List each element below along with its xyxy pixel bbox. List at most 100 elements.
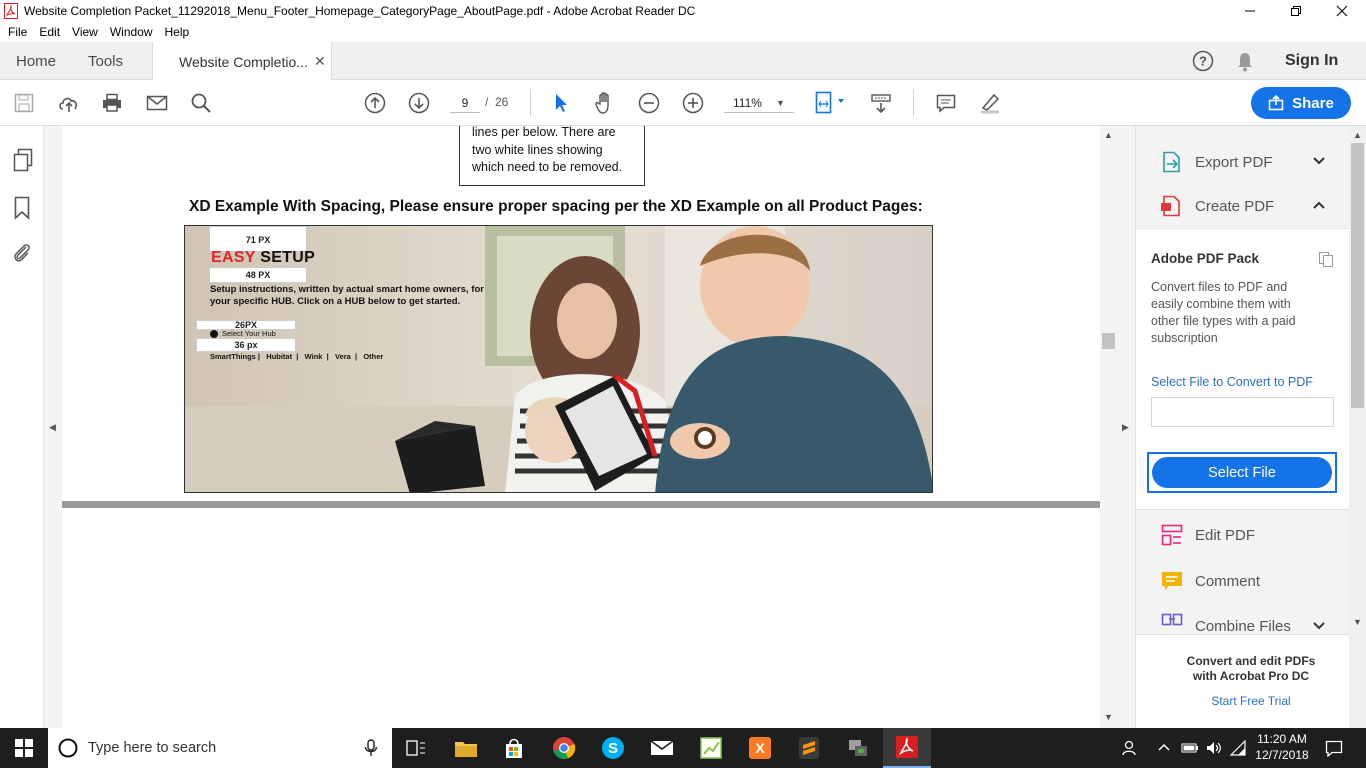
chevron-down-icon[interactable]	[1312, 155, 1326, 169]
menu-help[interactable]: Help	[165, 25, 190, 39]
help-icon[interactable]: ?	[1192, 50, 1214, 72]
windows-start-icon[interactable]	[0, 728, 48, 768]
battery-icon[interactable]	[1181, 741, 1199, 758]
share-icon	[1268, 95, 1284, 111]
menu-window[interactable]: Window	[110, 25, 153, 39]
comment-label: Comment	[1195, 572, 1261, 590]
minimize-button[interactable]	[1227, 0, 1273, 22]
highlight-pen-icon[interactable]	[978, 80, 1002, 126]
file-drop-field[interactable]	[1151, 397, 1334, 427]
hand-tool-icon[interactable]	[593, 80, 617, 126]
fit-page-icon[interactable]	[814, 80, 848, 126]
minus-circle-icon	[210, 329, 218, 338]
select-file-button[interactable]: Select File	[1152, 457, 1332, 488]
select-hub-row: Select Your Hub	[210, 329, 276, 338]
chrome-icon[interactable]	[540, 728, 588, 768]
next-page-icon[interactable]	[407, 80, 431, 126]
zoom-in-icon[interactable]	[681, 80, 705, 126]
zoom-level-select[interactable]: 111% ▼	[724, 93, 794, 113]
close-window-button[interactable]	[1319, 0, 1365, 22]
scrollbar-thumb[interactable]	[1102, 333, 1115, 349]
search-icon[interactable]	[189, 80, 213, 126]
comment-tool[interactable]: Comment	[1136, 559, 1349, 603]
svg-text:?: ?	[1199, 54, 1207, 69]
tools-pane-scrollbar[interactable]: ▲ ▼	[1349, 126, 1366, 728]
scrollbar-thumb[interactable]	[1351, 143, 1364, 408]
zoom-out-icon[interactable]	[637, 80, 661, 126]
bell-icon[interactable]	[1235, 51, 1255, 73]
upload-cloud-icon[interactable]	[56, 80, 82, 126]
tab-document-label: Website Completio...	[179, 54, 308, 70]
combine-files-tool[interactable]: Combine Files	[1136, 604, 1349, 634]
share-label: Share	[1292, 94, 1334, 112]
sign-in-link[interactable]: Sign In	[1285, 42, 1338, 80]
note-box: lines per below. There are two white lin…	[459, 126, 645, 186]
acrobat-logo-icon	[4, 3, 18, 19]
toolbar-divider	[913, 90, 914, 116]
sublime-text-icon[interactable]	[785, 728, 833, 768]
taskbar-search-box[interactable]: Type here to search	[48, 728, 392, 768]
page-total: 26	[495, 95, 509, 109]
note-line: two white lines showing	[472, 142, 603, 157]
export-pdf-tool[interactable]: Export PDF	[1136, 140, 1349, 184]
xampp-icon[interactable]: X	[736, 728, 784, 768]
previous-page-icon[interactable]	[363, 80, 387, 126]
chevron-down-icon: ▼	[776, 98, 785, 108]
tab-tools[interactable]: Tools	[88, 42, 123, 80]
page-number-input[interactable]: 9	[450, 93, 480, 113]
menu-bar: File Edit View Window Help	[0, 22, 1366, 42]
left-panel-toggle[interactable]: ◀	[44, 126, 62, 728]
search-placeholder: Type here to search	[88, 740, 217, 756]
scroll-down-icon[interactable]: ▼	[1104, 712, 1113, 722]
tab-home[interactable]: Home	[16, 42, 56, 80]
attachment-icon[interactable]	[12, 242, 34, 267]
restore-button[interactable]	[1273, 0, 1319, 22]
chevron-down-icon[interactable]	[1312, 620, 1326, 634]
clock-date: 12/7/2018	[1255, 748, 1309, 762]
pdf-pack-badge-icon	[1317, 250, 1335, 271]
menu-view[interactable]: View	[72, 25, 98, 39]
save-icon[interactable]	[12, 80, 36, 126]
right-panel-toggle[interactable]: ▶	[1117, 126, 1136, 728]
menu-file[interactable]: File	[8, 25, 27, 39]
edit-pdf-tool[interactable]: Edit PDF	[1136, 513, 1349, 557]
scroll-up-icon[interactable]: ▲	[1353, 130, 1362, 140]
tab-document[interactable]: Website Completio... ✕	[152, 42, 332, 81]
chevron-up-icon[interactable]	[1312, 199, 1326, 213]
share-button[interactable]: Share	[1251, 87, 1351, 119]
scroll-up-icon[interactable]: ▲	[1104, 130, 1113, 140]
menu-edit[interactable]: Edit	[39, 25, 60, 39]
document-view[interactable]: lines per below. There are two white lin…	[62, 126, 1100, 728]
network-tool-icon[interactable]	[834, 728, 882, 768]
comment-icon[interactable]	[934, 80, 958, 126]
mail-icon[interactable]	[638, 728, 686, 768]
create-pdf-tool[interactable]: Create PDF	[1136, 184, 1349, 228]
bookmark-icon[interactable]	[13, 196, 31, 223]
task-view-icon[interactable]	[392, 728, 440, 768]
easy-setup-title: EASY SETUP	[211, 249, 315, 267]
acrobat-taskbar-icon[interactable]	[883, 728, 931, 768]
chevron-up-tray-icon[interactable]	[1157, 740, 1171, 757]
email-icon[interactable]	[145, 80, 169, 126]
microphone-icon[interactable]	[364, 739, 378, 760]
triangle-right-icon: ▶	[1122, 422, 1129, 432]
people-icon[interactable]	[1121, 740, 1137, 759]
spreadsheet-app-icon[interactable]	[687, 728, 735, 768]
select-file-link[interactable]: Select File to Convert to PDF	[1151, 375, 1313, 389]
scroll-down-icon[interactable]: ▼	[1353, 617, 1362, 627]
file-explorer-icon[interactable]	[442, 728, 490, 768]
system-clock[interactable]: 11:20 AM 12/7/2018	[1252, 731, 1312, 763]
print-icon[interactable]	[100, 80, 124, 126]
tab-close-icon[interactable]: ✕	[314, 53, 326, 70]
page-thumbnails-icon[interactable]	[12, 148, 34, 175]
skype-icon[interactable]: S	[589, 728, 637, 768]
document-scrollbar[interactable]: ▲ ▼	[1100, 126, 1117, 728]
store-icon[interactable]	[490, 728, 538, 768]
scroll-mode-icon[interactable]	[869, 80, 893, 126]
notifications-icon[interactable]	[1325, 739, 1343, 760]
wifi-icon[interactable]	[1229, 739, 1247, 759]
start-trial-link[interactable]: Start Free Trial	[1136, 694, 1366, 708]
volume-icon[interactable]	[1205, 740, 1223, 759]
select-cursor-icon[interactable]	[550, 80, 572, 126]
pdf-pack-description: Convert files to PDF and easily combine …	[1151, 280, 1296, 345]
